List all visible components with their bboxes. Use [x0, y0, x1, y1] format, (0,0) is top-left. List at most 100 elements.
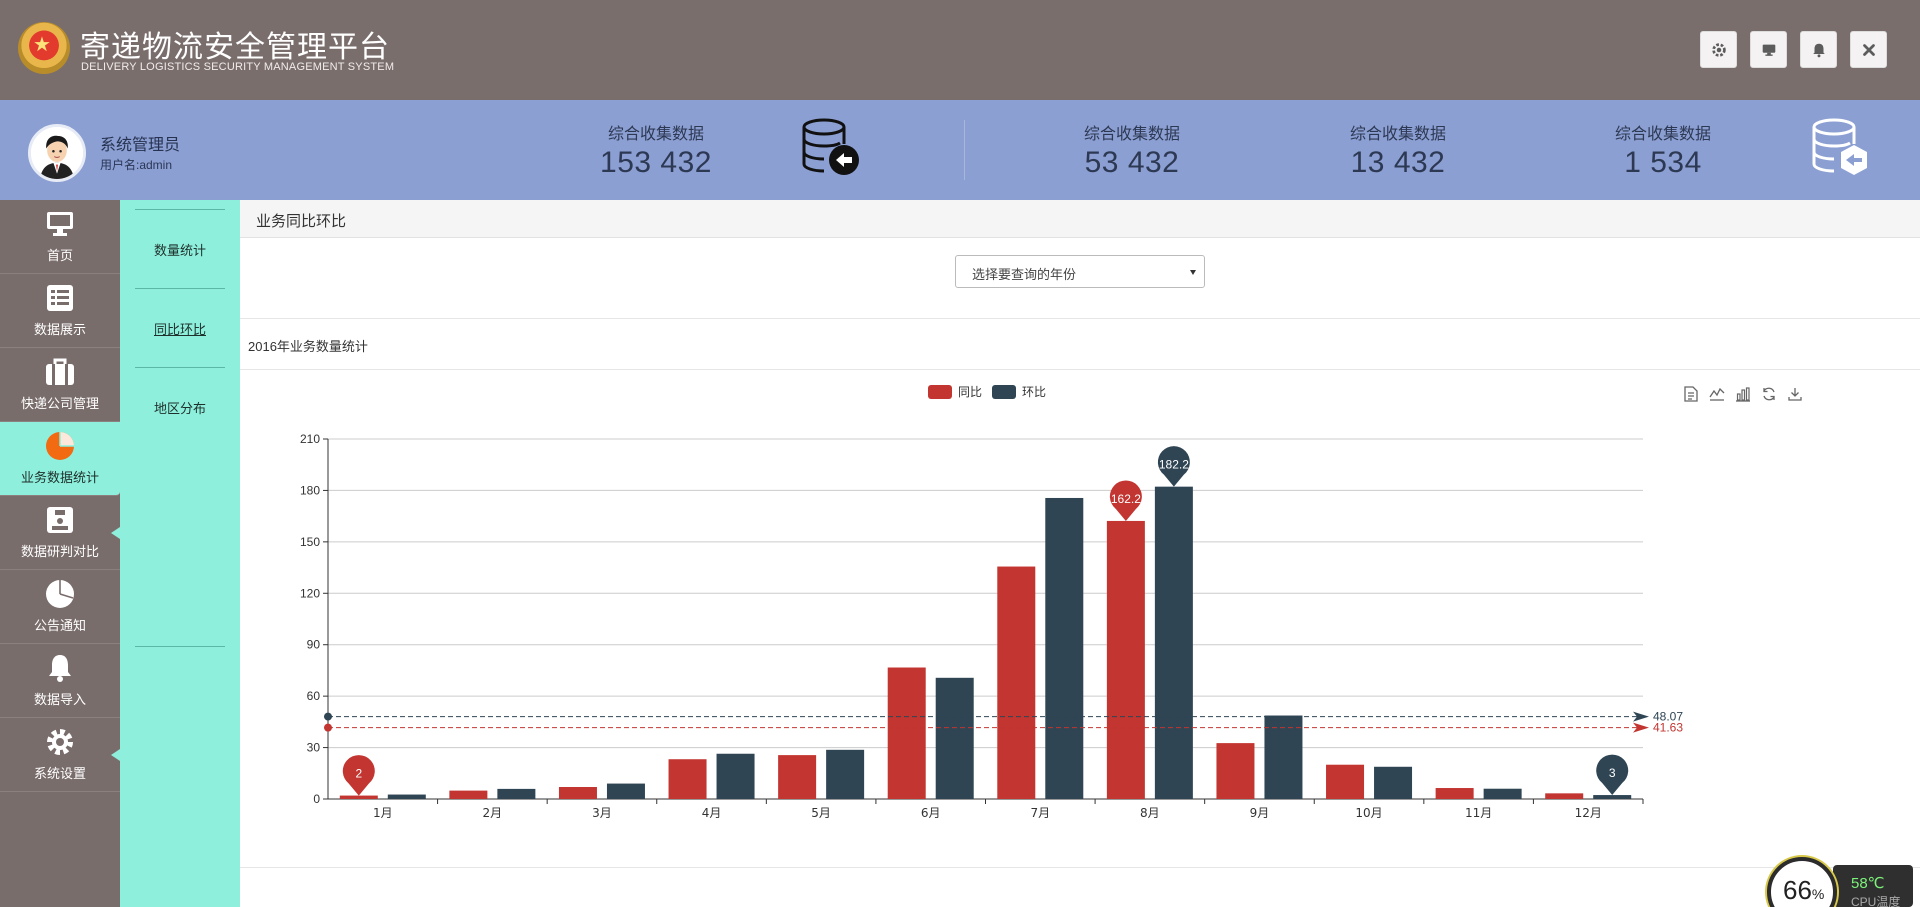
cpu-usage: 66% — [1783, 875, 1824, 906]
y-tick-label: 30 — [307, 741, 321, 755]
stat-block-2: 综合收集数据 53 432 — [1070, 120, 1194, 180]
nav-item-label: 系统设置 — [33, 766, 86, 781]
stat-label: 综合收集数据 — [607, 126, 704, 143]
pie-icon — [45, 579, 75, 609]
app-subtitle: DELIVERY LOGISTICS SECURITY MANAGEMENT S… — [81, 61, 395, 73]
y-tick-label: 120 — [300, 586, 320, 600]
bar — [387, 794, 426, 799]
gear-icon — [45, 727, 75, 757]
database-export-icon — [802, 118, 859, 175]
stats-divider — [964, 120, 965, 180]
x-tick-label: 5月 — [811, 806, 831, 820]
x-tick-label: 1月 — [373, 806, 393, 820]
bar — [1154, 486, 1193, 799]
database-import-icon — [1812, 118, 1867, 175]
average-line-label: 48.07 — [1653, 710, 1683, 724]
stat-label: 综合收集数据 — [1083, 126, 1180, 143]
bar — [1045, 497, 1084, 799]
briefcase-icon — [45, 357, 75, 387]
pie-icon — [45, 431, 75, 461]
y-tick-label: 60 — [307, 689, 321, 703]
top-header: ★ 寄递物流安全管理平台 DELIVERY LOGISTICS SECURITY… — [0, 0, 1920, 100]
avatar[interactable] — [28, 124, 86, 182]
bar — [778, 755, 817, 799]
stat-value: 1 534 — [1624, 146, 1702, 179]
stat-block-1: 综合收集数据 153 432 — [594, 120, 718, 180]
y-tick-label: 90 — [307, 638, 321, 652]
stat-value: 13 432 — [1350, 146, 1446, 179]
nav-item-announcements[interactable]: 公告通知 — [0, 570, 120, 644]
average-line-start — [324, 712, 332, 721]
bar — [606, 783, 645, 799]
bar — [1326, 764, 1365, 799]
bar — [668, 759, 707, 799]
screen-button[interactable] — [1750, 31, 1787, 68]
bar — [1216, 743, 1255, 799]
y-tick-label: 150 — [300, 535, 320, 549]
submenu-item-quantity-stats[interactable]: 数量统计 — [135, 209, 225, 288]
nav-item-label: 数据导入 — [33, 692, 86, 707]
monitor-icon — [45, 209, 75, 239]
nav-item-courier-management[interactable]: 快递公司管理 — [0, 348, 120, 422]
notification-button[interactable] — [1800, 31, 1837, 68]
app-title: 寄递物流安全管理平台 — [80, 30, 390, 65]
user-username: 用户名:admin — [100, 158, 173, 172]
submenu-item-label: 地区分布 — [153, 400, 206, 416]
nav-item-label: 业务数据统计 — [20, 470, 99, 485]
y-tick-label: 180 — [300, 483, 320, 497]
x-tick-label: 3月 — [592, 806, 612, 820]
bar — [935, 677, 974, 799]
close-button[interactable] — [1850, 31, 1887, 68]
nav-item-label: 首页 — [46, 248, 73, 263]
bar — [497, 788, 536, 799]
nav-item-data-import[interactable]: 数据导入 — [0, 644, 120, 718]
nav-item-business-statistics[interactable]: 业务数据统计 — [0, 422, 120, 496]
submenu-item-label: 同比环比 — [153, 321, 206, 337]
list-icon — [45, 283, 75, 313]
bar — [558, 787, 597, 799]
settings-button[interactable] — [1700, 31, 1737, 68]
submenu-item-yoy-mom[interactable]: 同比环比 — [135, 288, 225, 367]
nav-item-system-settings[interactable]: 系统设置 — [0, 718, 120, 792]
bell-icon — [45, 653, 75, 683]
x-tick-label: 6月 — [921, 806, 941, 820]
mark-point-label: 2 — [355, 767, 362, 781]
cpu-temperature: 58℃ — [1851, 875, 1885, 892]
police-emblem-logo: ★ — [18, 22, 70, 74]
mark-point-label: 3 — [1609, 766, 1616, 780]
cpu-usage-value: 66 — [1783, 875, 1812, 905]
stat-block-4: 综合收集数据 1 534 — [1601, 120, 1725, 180]
bar-chart: 0 30 60 90 120 150 180 210 1月 2月 3月 4月 5月 6月 7月 8月 9月 10月… — [300, 432, 1683, 820]
submenu-item-region-distribution[interactable]: 地区分布 — [135, 367, 225, 446]
bar — [1483, 788, 1522, 799]
monitor-icon — [1762, 44, 1775, 56]
nav-item-home[interactable]: 首页 — [0, 200, 120, 274]
user-avatar-icon — [31, 127, 83, 179]
bell-icon — [1812, 43, 1825, 57]
y-tick-label: 210 — [300, 432, 320, 446]
sub-sidebar: 数量统计 同比环比 地区分布 — [120, 200, 240, 907]
nav-item-data-comparison[interactable]: 数据研判对比 — [0, 496, 120, 570]
nav-item-data-display[interactable]: 数据展示 — [0, 274, 120, 348]
compare-icon — [45, 505, 75, 535]
bar — [826, 749, 865, 799]
bar — [887, 667, 926, 799]
main-content: 业务同比环比 选择要查询的年份 2016年业务数量统计 同比 环比 0 30 60 9… — [240, 200, 1920, 907]
x-tick-label: 2月 — [483, 806, 503, 820]
nav-item-label: 公告通知 — [33, 618, 86, 633]
bar — [997, 566, 1036, 799]
bar — [1593, 795, 1632, 799]
stat-value: 53 432 — [1084, 146, 1180, 179]
x-tick-label: 10月 — [1355, 806, 1382, 820]
stat-value: 153 432 — [600, 146, 712, 179]
submenu-pointer-icon — [111, 749, 120, 761]
nav-item-label: 数据展示 — [33, 322, 86, 337]
bar — [339, 795, 378, 799]
bar — [1106, 520, 1145, 799]
x-tick-label: 8月 — [1140, 806, 1160, 820]
x-tick-label: 7月 — [1030, 806, 1050, 820]
stat-block-3: 综合收集数据 13 432 — [1336, 120, 1460, 180]
submenu-pointer-icon — [111, 527, 120, 539]
x-tick-label: 11月 — [1465, 806, 1492, 820]
cpu-monitor-widget[interactable]: 66% 58℃ CPU温度 — [1767, 855, 1917, 907]
